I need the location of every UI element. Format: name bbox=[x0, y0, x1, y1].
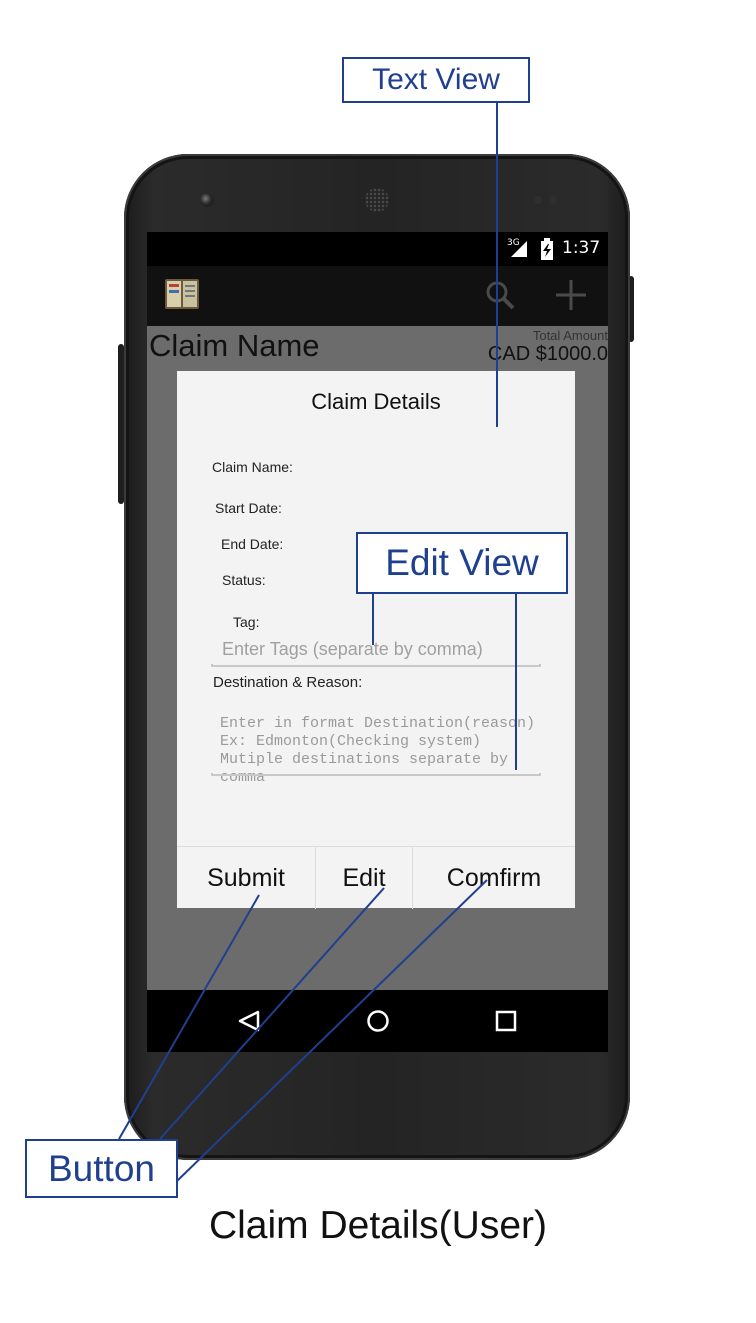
background-total-label: Total Amount bbox=[532, 328, 608, 343]
action-bar bbox=[147, 266, 608, 326]
edit-view-callout: Edit View bbox=[356, 532, 568, 594]
app-icon[interactable] bbox=[164, 277, 200, 311]
earpiece-speaker bbox=[365, 188, 389, 212]
signal-icon bbox=[511, 241, 527, 257]
back-icon[interactable] bbox=[237, 1009, 261, 1033]
status-time: 1:37 bbox=[562, 238, 601, 258]
text-view-callout: Text View bbox=[342, 57, 530, 103]
destination-input-underline bbox=[211, 773, 541, 776]
battery-icon bbox=[541, 238, 553, 260]
diagram-page: 3G 1:37 Claim Name Total Amount CAD $100… bbox=[0, 0, 756, 1323]
destination-reason-label: Destination & Reason: bbox=[213, 674, 363, 691]
background-claim-name: Claim Name bbox=[149, 328, 320, 363]
navigation-bar bbox=[147, 990, 608, 1052]
confirm-button[interactable]: Comfirm bbox=[413, 847, 575, 909]
button-callout: Button bbox=[25, 1139, 178, 1198]
search-icon[interactable] bbox=[484, 279, 516, 311]
destination-input[interactable]: Enter in format Destination(reason) Ex: … bbox=[220, 715, 548, 787]
tags-input[interactable]: Enter Tags (separate by comma) bbox=[222, 640, 550, 662]
claim-name-label: Claim Name: bbox=[212, 459, 293, 475]
edit-button[interactable]: Edit bbox=[316, 847, 413, 909]
start-date-label: Start Date: bbox=[215, 500, 282, 516]
destination-hint-line: Ex: Edmonton(Checking system) bbox=[220, 733, 482, 750]
front-camera bbox=[200, 193, 214, 207]
destination-hint-line: Mutiple destinations separate by comma bbox=[220, 751, 509, 786]
background-total-value: CAD $1000.0 bbox=[487, 343, 608, 365]
light-sensor bbox=[549, 196, 557, 204]
submit-button[interactable]: Submit bbox=[177, 847, 316, 909]
proximity-sensor bbox=[534, 196, 542, 204]
add-icon[interactable] bbox=[554, 278, 588, 312]
home-icon[interactable] bbox=[366, 1009, 390, 1033]
destination-hint-line: Enter in format Destination(reason) bbox=[220, 715, 536, 732]
recent-apps-icon[interactable] bbox=[495, 1010, 517, 1032]
figure-caption: Claim Details(User) bbox=[208, 1204, 548, 1247]
status-bar: 3G 1:37 bbox=[147, 232, 608, 266]
dialog-title: Claim Details bbox=[311, 389, 441, 414]
end-date-label: End Date: bbox=[221, 536, 284, 552]
claim-details-dialog: Claim Details Claim Name: Start Date: En… bbox=[177, 371, 575, 909]
tags-input-underline bbox=[211, 664, 541, 667]
dialog-button-bar: Submit Edit Comfirm bbox=[177, 846, 575, 909]
tag-label: Tag: bbox=[233, 614, 260, 630]
status-label: Status: bbox=[222, 572, 266, 588]
phone-screen: 3G 1:37 Claim Name Total Amount CAD $100… bbox=[147, 232, 608, 1052]
